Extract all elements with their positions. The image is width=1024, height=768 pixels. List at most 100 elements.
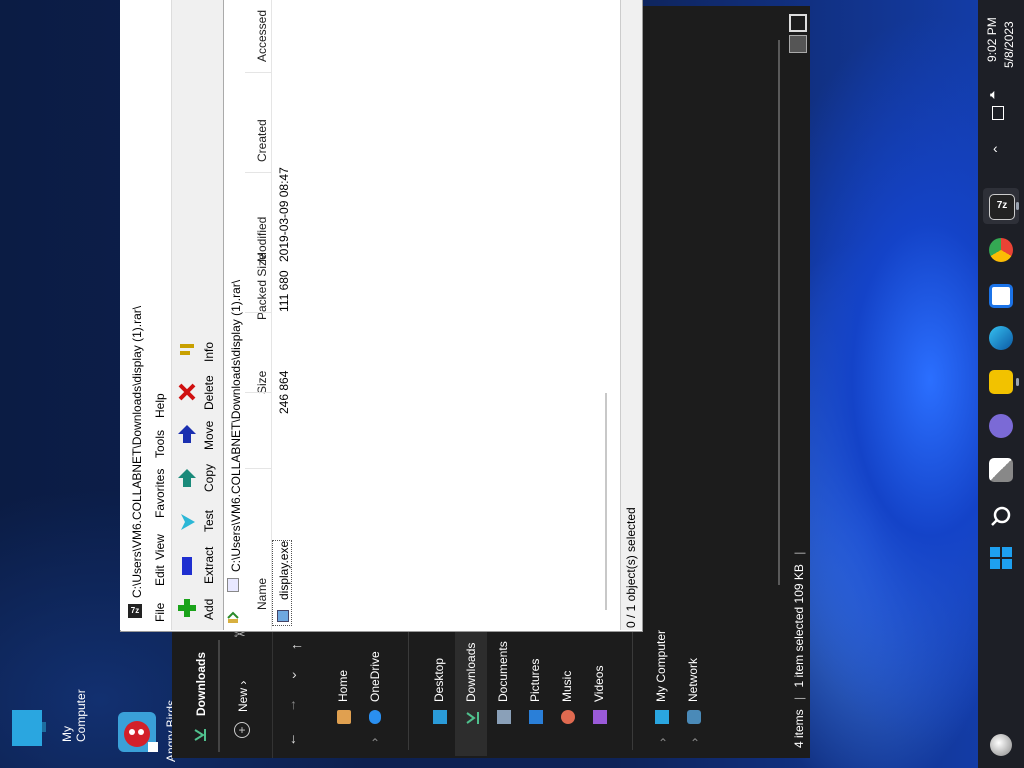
search-icon[interactable]	[989, 504, 1013, 528]
running-indicator	[1016, 378, 1019, 386]
address-path[interactable]: C:\Users\VM6.COLLABNET\Downloads\display…	[229, 280, 243, 572]
column-divider[interactable]	[245, 392, 271, 393]
column-accessed[interactable]: Accessed	[255, 10, 269, 62]
task-view-icon[interactable]	[989, 458, 1013, 482]
current-folder-title: Downloads	[194, 651, 208, 716]
date[interactable]: 5/8/2023	[1002, 21, 1016, 68]
explorer-item-count: 4 items | 1 item selected 109 KB |	[792, 551, 806, 748]
angry-birds-icon	[118, 712, 158, 752]
angry-birds-desktop-icon[interactable]	[116, 712, 160, 754]
move-icon[interactable]	[177, 424, 197, 444]
details-view-icon[interactable]	[789, 14, 807, 32]
extract-icon[interactable]	[181, 556, 193, 576]
info-button-label[interactable]: Info	[202, 342, 216, 362]
onedrive-icon	[369, 710, 381, 724]
column-packed-size[interactable]: Packed Size	[255, 253, 269, 320]
desktop-folder-icon	[433, 710, 447, 724]
7zip-title: C:\Users\VM6.COLLABNET\Downloads\display…	[130, 305, 144, 598]
recent-dropdown-icon[interactable]: ↓	[290, 730, 297, 746]
teams-icon[interactable]	[989, 414, 1013, 438]
running-indicator	[1016, 202, 1019, 210]
back-arrow-icon[interactable]: ←	[290, 636, 304, 652]
7zip-app-icon: 7z	[128, 604, 142, 618]
7zip-toolbar	[171, 0, 224, 630]
test-icon[interactable]	[179, 512, 197, 532]
column-divider[interactable]	[245, 312, 271, 313]
new-plus-icon[interactable]: +	[234, 722, 250, 738]
file-explorer-icon[interactable]	[989, 370, 1013, 394]
edge-icon[interactable]	[989, 326, 1013, 350]
selection-status: 0 / 1 object(s) selected	[624, 507, 638, 628]
nav-videos[interactable]: Videos	[592, 666, 606, 702]
menu-tools[interactable]: Tools	[153, 430, 167, 458]
file-name[interactable]: display.exe	[277, 541, 291, 600]
file-packed-size: 111 680	[277, 270, 291, 312]
add-icon[interactable]	[177, 598, 197, 618]
divider	[272, 630, 273, 758]
network-tray-icon[interactable]	[992, 106, 1004, 120]
up-folder-icon[interactable]	[226, 610, 240, 624]
archive-path-icon	[227, 578, 239, 592]
test-button-label[interactable]: Test	[202, 510, 216, 532]
column-size[interactable]: Size	[255, 371, 269, 394]
downloads-folder-icon	[465, 712, 481, 724]
nav-onedrive[interactable]: OneDrive	[368, 651, 382, 702]
list-scrollbar[interactable]	[605, 393, 607, 610]
monitor-icon	[12, 710, 46, 746]
documents-folder-icon	[497, 710, 511, 724]
expand-chevron-icon[interactable]: ⌃	[370, 736, 380, 750]
delete-icon[interactable]	[177, 382, 197, 402]
expand-chevron-icon[interactable]: ⌃	[690, 736, 700, 750]
menu-edit[interactable]: Edit	[153, 565, 167, 586]
tiles-view-icon[interactable]	[789, 35, 807, 53]
volume-icon[interactable]: 🔈︎	[990, 86, 998, 103]
nav-music[interactable]: Music	[560, 671, 574, 702]
nav-home[interactable]: Home	[336, 670, 350, 702]
file-size: 246 864	[277, 370, 291, 414]
nav-documents[interactable]: Documents	[496, 641, 510, 702]
my-computer-label: My Computer	[60, 689, 88, 742]
store-icon[interactable]	[989, 284, 1013, 308]
up-arrow-icon[interactable]: ↑	[290, 696, 297, 712]
menu-help[interactable]: Help	[153, 393, 167, 418]
show-hidden-icons-chevron[interactable]: ‹	[993, 140, 998, 156]
nav-my-computer[interactable]: My Computer	[654, 630, 668, 702]
nav-downloads[interactable]: Downloads	[464, 643, 478, 702]
info-icon[interactable]	[178, 342, 196, 358]
column-created[interactable]: Created	[255, 119, 269, 162]
extract-button-label[interactable]: Extract	[202, 547, 216, 584]
column-name[interactable]: Name	[255, 578, 269, 610]
column-modified[interactable]: Modified	[255, 217, 269, 262]
menu-file[interactable]: File	[153, 603, 167, 622]
chrome-icon[interactable]	[989, 238, 1013, 262]
add-button-label[interactable]: Add	[202, 599, 216, 620]
network-icon	[687, 710, 701, 724]
home-icon	[337, 710, 351, 724]
expand-chevron-icon[interactable]: ⌃	[658, 736, 668, 750]
nav-pictures[interactable]: Pictures	[528, 659, 542, 702]
forward-arrow-icon[interactable]: ›	[292, 666, 297, 682]
downloads-tab-icon	[193, 728, 209, 742]
menu-view[interactable]: View	[153, 534, 167, 560]
my-computer-desktop-icon[interactable]	[10, 706, 46, 750]
column-divider[interactable]	[245, 72, 271, 73]
explorer-scrollbar[interactable]	[778, 40, 780, 585]
7zip-file-list[interactable]	[245, 0, 620, 630]
new-button[interactable]: New ›	[236, 681, 250, 712]
column-divider[interactable]	[245, 172, 271, 173]
clock[interactable]: 9:02 PM	[985, 17, 999, 62]
my-computer-nav-icon	[655, 710, 669, 724]
nav-network[interactable]: Network	[686, 658, 700, 702]
delete-button-label[interactable]: Delete	[202, 375, 216, 410]
copy-button-label[interactable]: Copy	[202, 464, 216, 492]
file-modified: 2019-03-09 08:47	[277, 167, 291, 262]
column-divider[interactable]	[245, 468, 271, 469]
weather-widget-icon[interactable]	[990, 734, 1012, 756]
copy-icon[interactable]	[177, 468, 197, 488]
nav-desktop[interactable]: Desktop	[432, 658, 446, 702]
menu-favorites[interactable]: Favorites	[153, 469, 167, 518]
start-icon[interactable]	[989, 546, 1013, 570]
videos-folder-icon	[593, 710, 607, 724]
7zip-icon[interactable]: 7z	[989, 194, 1015, 220]
move-button-label[interactable]: Move	[202, 421, 216, 450]
